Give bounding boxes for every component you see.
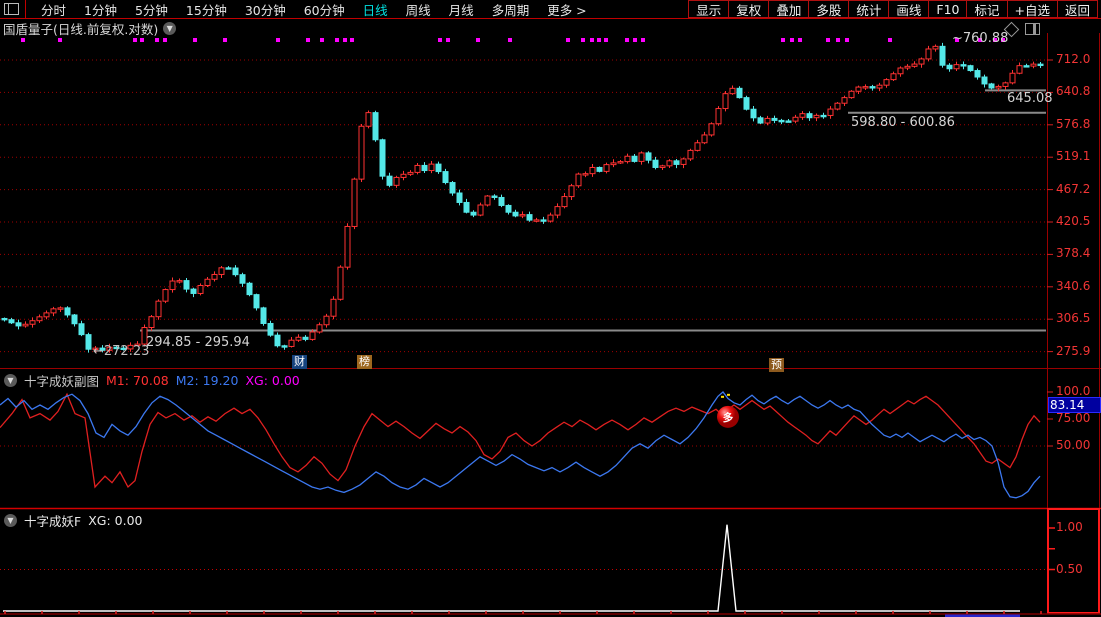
toolbar-button-复权[interactable]: 复权 <box>728 0 769 18</box>
indicator1-name[interactable]: 十字成妖副图 <box>24 371 99 390</box>
price-axis-label: 100.0 <box>1056 384 1090 398</box>
menu-item-1分钟[interactable]: 1分钟 <box>75 0 126 20</box>
peak-price-annotation: ~760.88 <box>952 31 1008 46</box>
news-badge-财[interactable]: 财 <box>292 355 307 369</box>
menu-item-15分钟[interactable]: 15分钟 <box>177 0 236 20</box>
news-badge-榜[interactable]: 榜 <box>357 355 372 369</box>
toolbar-button-标记[interactable]: 标记 <box>966 0 1007 18</box>
menu-item-多周期[interactable]: 多周期 <box>483 0 539 20</box>
indicator2-header: ▼ 十字成妖F XG: 0.00 <box>4 511 142 530</box>
menu-item-周线[interactable]: 周线 <box>397 0 440 20</box>
diamond-icon[interactable] <box>1004 21 1020 37</box>
menu-item-更多 >[interactable]: 更多 > <box>538 0 595 20</box>
buy-signal-ball: 多 <box>723 411 734 424</box>
toolbar-button-+自选[interactable]: +自选 <box>1007 0 1058 18</box>
indicator2-xg-value: XG: 0.00 <box>88 513 142 528</box>
period-menu: 分时1分钟5分钟15分钟30分钟60分钟日线周线月线多周期更多 > <box>32 0 596 20</box>
stock-title: 国盾量子(日线.前复权.对数) <box>3 19 158 38</box>
menu-divider <box>25 0 26 18</box>
indicator1-xg-value: XG: 0.00 <box>245 373 299 388</box>
price-axis-label: 420.5 <box>1056 214 1090 228</box>
toolbar-buttons: 显示复权叠加多股统计画线F10标记+自选返回 <box>689 0 1098 18</box>
toolbar-button-显示[interactable]: 显示 <box>688 0 729 18</box>
price-axis-label: 75.00 <box>1056 411 1090 425</box>
price-axis-label: 519.1 <box>1056 149 1090 163</box>
price-axis-label: 576.8 <box>1056 117 1090 131</box>
chart-graphics: 多 <box>0 0 1101 617</box>
price-axis-label: 275.9 <box>1056 344 1090 358</box>
low-price-annotation: ←272.23 <box>93 344 149 359</box>
layout-toggle-icon[interactable] <box>4 3 19 15</box>
toolbar-button-统计[interactable]: 统计 <box>848 0 889 18</box>
menu-item-60分钟[interactable]: 60分钟 <box>295 0 354 20</box>
support-price-annotation: 645.08 <box>1007 91 1053 106</box>
menu-item-5分钟[interactable]: 5分钟 <box>126 0 177 20</box>
collapse-icon[interactable]: ▼ <box>4 514 17 527</box>
toolbar-button-画线[interactable]: 画线 <box>888 0 929 18</box>
price-axis-label: 712.0 <box>1056 52 1090 66</box>
menu-item-日线[interactable]: 日线 <box>354 0 397 20</box>
indicator1-m2-value: M2: 19.20 <box>176 373 239 388</box>
gap-low-annotation: 294.85 - 295.94 <box>146 335 250 350</box>
price-axis-label: 340.6 <box>1056 279 1090 293</box>
collapse-icon[interactable]: ▼ <box>4 374 17 387</box>
chart-corner-icons <box>1006 23 1040 35</box>
news-badge-预[interactable]: 预 <box>769 358 784 372</box>
toolbar-button-返回[interactable]: 返回 <box>1057 0 1098 18</box>
price-axis-label: 0.50 <box>1056 562 1083 576</box>
titlebar: 国盾量子(日线.前复权.对数) ▼ <box>3 19 176 38</box>
indicator1-m1-value: M1: 70.08 <box>106 373 169 388</box>
split-pane-icon[interactable] <box>1025 23 1040 35</box>
menubar: 分时1分钟5分钟15分钟30分钟60分钟日线周线月线多周期更多 > 显示复权叠加… <box>0 0 1101 19</box>
price-axis-label: 1.00 <box>1056 520 1083 534</box>
price-axis-label: 640.8 <box>1056 84 1090 98</box>
chevron-down-icon[interactable]: ▼ <box>163 22 176 35</box>
price-axis-label: 378.4 <box>1056 246 1090 260</box>
trading-app-window: 多 分时1分钟5分钟15分钟30分钟60分钟日线周线月线多周期更多 > 显示复权… <box>0 0 1101 617</box>
indicator1-header: ▼ 十字成妖副图 M1: 70.08 M2: 19.20 XG: 0.00 <box>4 371 300 390</box>
price-axis-label: 467.2 <box>1056 182 1090 196</box>
indicator1-current-value-badge: 83.14 <box>1048 397 1101 413</box>
indicator2-name[interactable]: 十字成妖F <box>24 511 81 530</box>
menu-item-30分钟[interactable]: 30分钟 <box>236 0 295 20</box>
toolbar-button-F10[interactable]: F10 <box>928 0 967 18</box>
toolbar-button-叠加[interactable]: 叠加 <box>768 0 809 18</box>
price-axis-label: 306.5 <box>1056 311 1090 325</box>
gap-high-annotation: 598.80 - 600.86 <box>851 115 955 130</box>
menu-item-月线[interactable]: 月线 <box>440 0 483 20</box>
menu-item-分时[interactable]: 分时 <box>32 0 75 20</box>
toolbar-button-多股[interactable]: 多股 <box>808 0 849 18</box>
price-axis-label: 50.00 <box>1056 438 1090 452</box>
